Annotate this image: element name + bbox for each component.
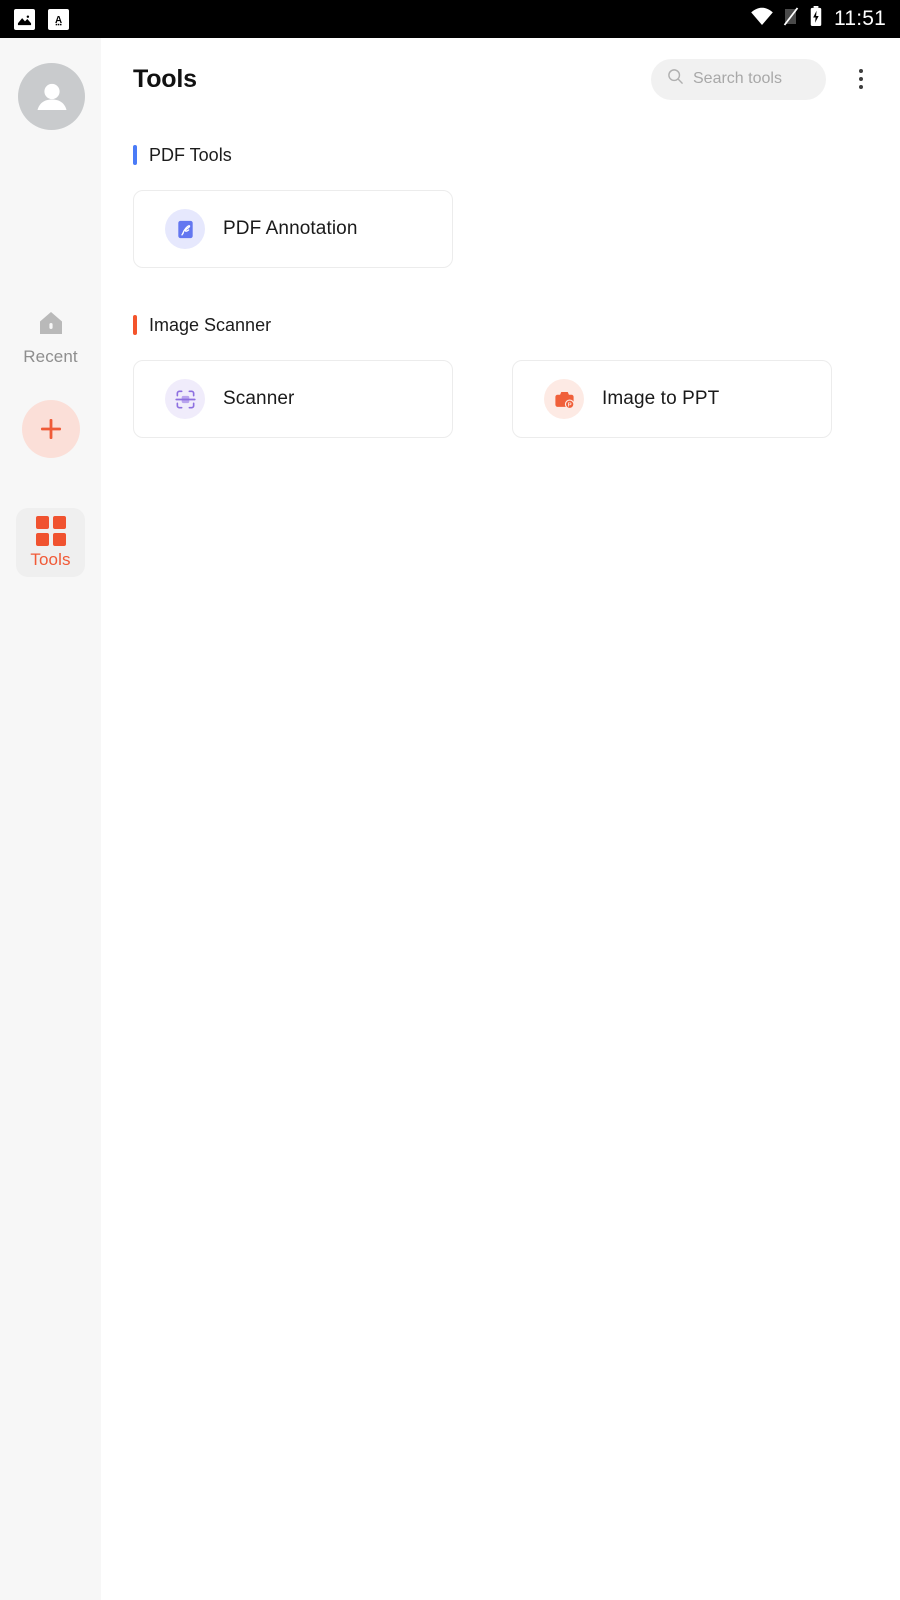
tool-card-label: Image to PPT	[602, 388, 720, 409]
battery-charging-icon	[809, 6, 823, 32]
plus-icon	[21, 400, 80, 458]
sidebar-item-recent-label: Recent	[23, 347, 78, 366]
tool-card-image-to-ppt[interactable]: P Image to PPT	[512, 360, 832, 438]
scan-frame-icon	[165, 379, 205, 419]
section-title: PDF Tools	[149, 144, 232, 165]
card-grid: Scanner P Image to PPT	[133, 360, 878, 438]
search-placeholder: Search tools	[693, 70, 782, 87]
app-root: A 11:51 Recent Tools Tools Search tools …	[0, 0, 900, 1600]
main-content: Tools Search tools PDF Tools PDF Annotat…	[101, 38, 900, 1600]
tool-card-label: PDF Annotation	[223, 218, 358, 239]
page-title: Tools	[133, 64, 197, 93]
image-notification-icon	[14, 8, 35, 30]
svg-text:P: P	[567, 402, 571, 408]
status-bar-clock: 11:51	[834, 7, 886, 30]
status-bar-notifications: A	[14, 8, 69, 30]
sidebar: Recent Tools	[0, 38, 101, 1600]
status-bar-system-icons: 11:51	[750, 6, 886, 32]
no-signal-icon	[783, 7, 800, 31]
pdf-annotation-icon	[165, 209, 205, 249]
camera-ppt-icon: P	[544, 379, 584, 419]
section-header: PDF Tools	[133, 142, 878, 168]
sidebar-item-tools-label: Tools	[30, 550, 71, 569]
person-avatar-icon	[37, 83, 66, 110]
sidebar-item-tools[interactable]: Tools	[16, 508, 85, 577]
wifi-icon	[750, 7, 774, 31]
tool-card-scanner[interactable]: Scanner	[133, 360, 453, 438]
tool-card-pdf-annotation[interactable]: PDF Annotation	[133, 190, 453, 268]
search-input[interactable]: Search tools	[651, 58, 826, 100]
header: Tools Search tools	[101, 38, 900, 120]
avatar[interactable]	[18, 63, 85, 130]
section-image-scanner: Image Scanner Scanner P Image to PPT	[133, 312, 878, 438]
section-accent-bar	[133, 145, 137, 165]
more-vertical-icon[interactable]	[846, 59, 876, 99]
sidebar-item-recent[interactable]: Recent	[16, 300, 85, 374]
section-accent-bar	[133, 315, 137, 335]
section-pdf-tools: PDF Tools PDF Annotation	[133, 142, 878, 268]
grid-icon	[35, 516, 66, 546]
status-bar: A 11:51	[0, 0, 900, 38]
tool-card-label: Scanner	[223, 388, 295, 409]
search-icon	[667, 68, 684, 90]
section-header: Image Scanner	[133, 312, 878, 338]
letter-a-notification-icon: A	[48, 8, 69, 30]
section-title: Image Scanner	[149, 314, 272, 335]
home-icon	[36, 308, 66, 343]
sidebar-item-add[interactable]	[16, 400, 85, 458]
card-grid: PDF Annotation	[133, 190, 878, 268]
